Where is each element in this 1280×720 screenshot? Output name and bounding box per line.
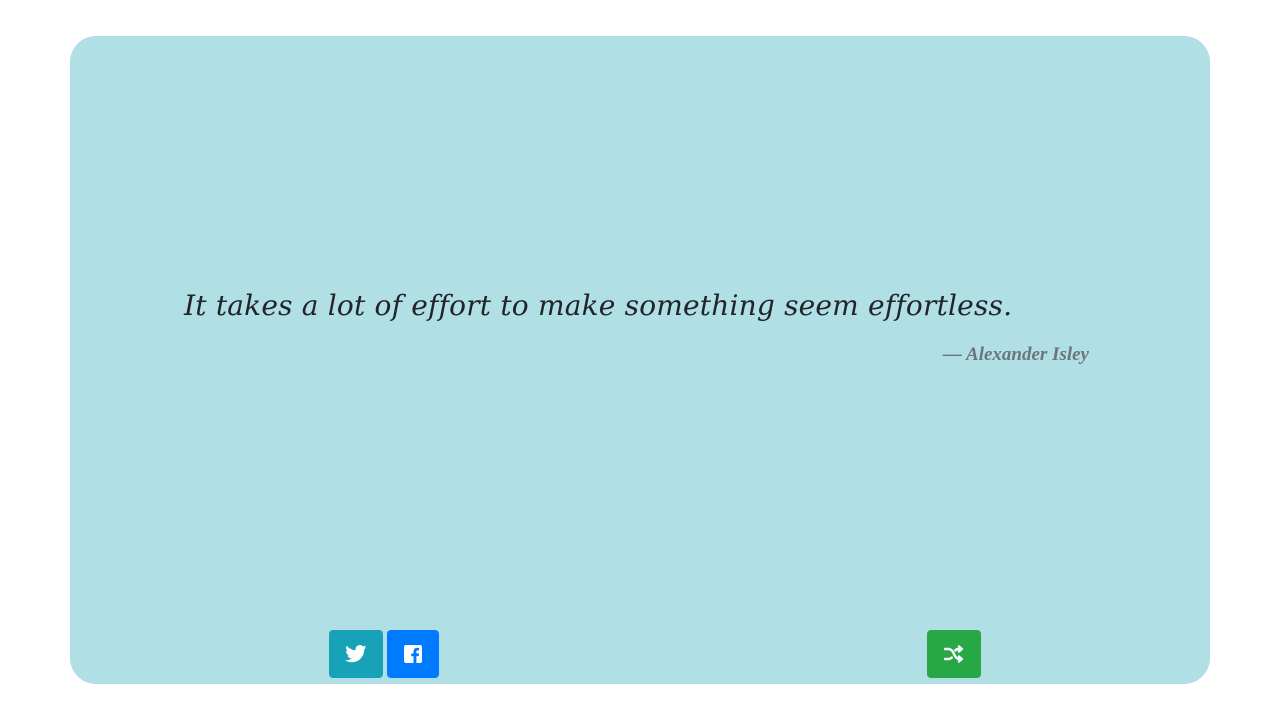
- twitter-icon: [345, 645, 367, 663]
- facebook-share-button[interactable]: [387, 630, 439, 678]
- quote-text: It takes a lot of effort to make somethi…: [184, 289, 1013, 322]
- facebook-icon: [404, 645, 422, 663]
- new-quote-button[interactable]: [927, 630, 981, 678]
- quote-author: — Alexander Isley: [942, 344, 1089, 365]
- shuffle-icon: [944, 645, 964, 663]
- quote-card: It takes a lot of effort to make somethi…: [70, 36, 1210, 684]
- tweet-quote-button[interactable]: [329, 630, 383, 678]
